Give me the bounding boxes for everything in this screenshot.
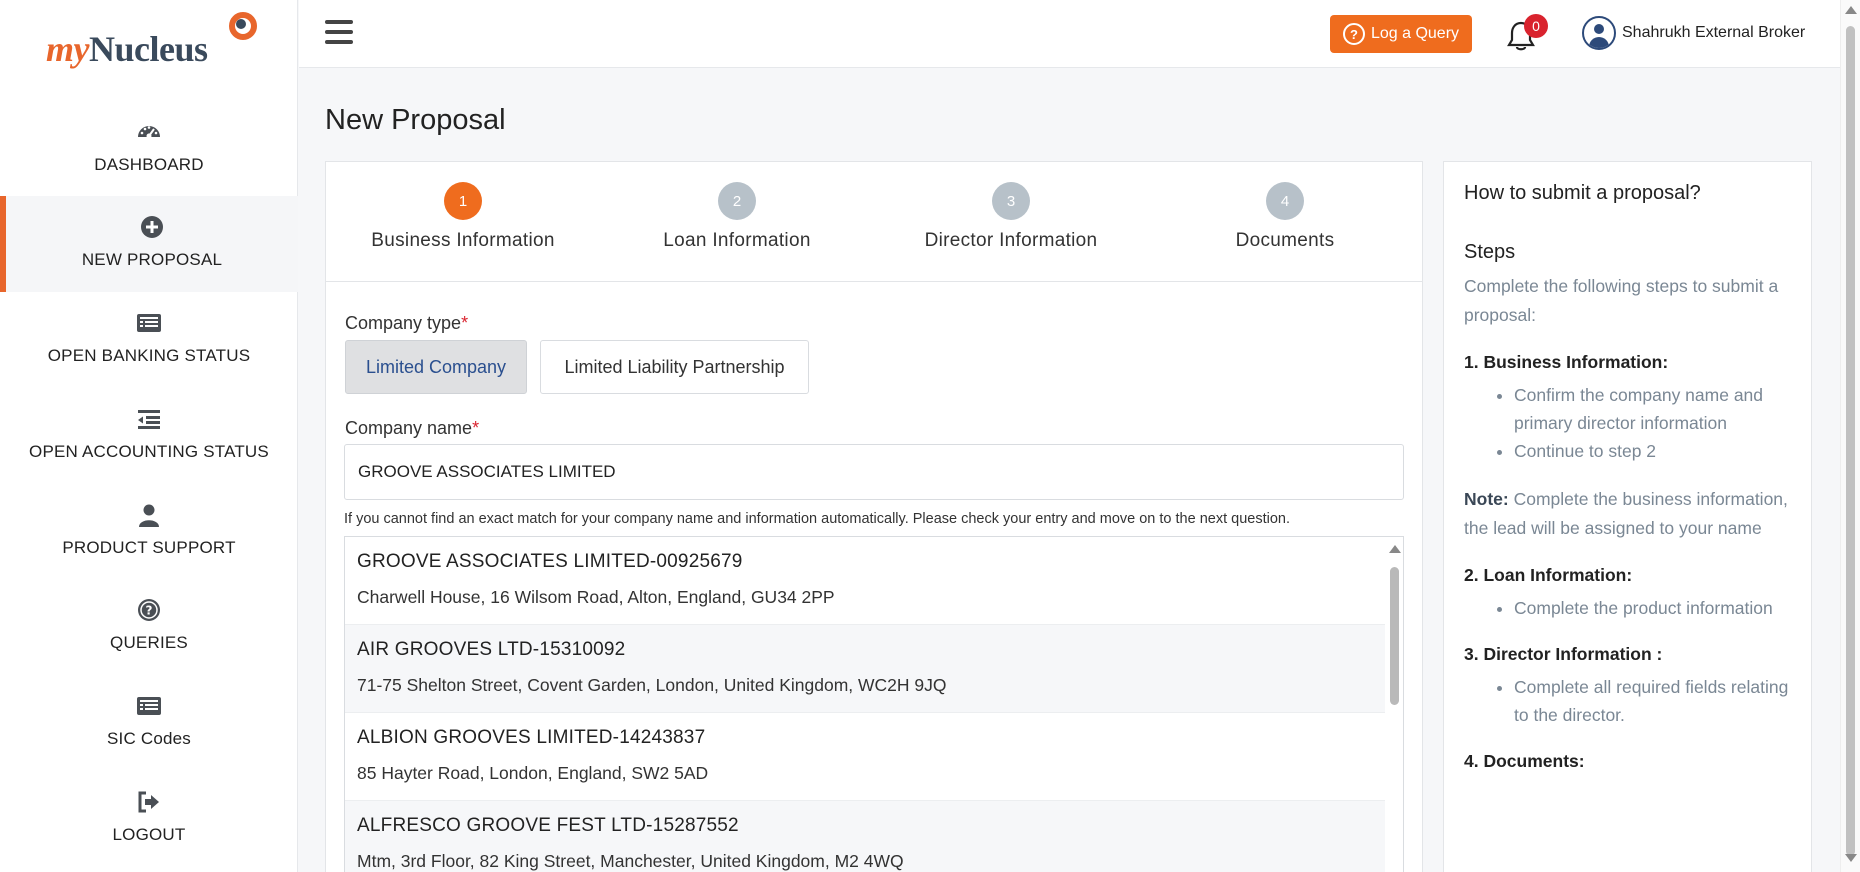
- step-director-information[interactable]: 3 Director Information: [874, 182, 1148, 252]
- help-steps-heading: Steps: [1464, 241, 1516, 263]
- sidebar-item-queries[interactable]: ? QUERIES: [0, 579, 298, 675]
- question-icon: ?: [1342, 23, 1365, 45]
- page-scrollbar[interactable]: [1840, 0, 1860, 872]
- scroll-up-icon[interactable]: [1845, 6, 1857, 14]
- question-circle-icon: ?: [138, 599, 160, 621]
- help-note: Note: Complete the business information,…: [1464, 489, 1788, 538]
- user-icon: [139, 504, 159, 527]
- help-list-business: Confirm the company name and primary dir…: [1464, 381, 1791, 465]
- indent-list-icon: [138, 410, 160, 429]
- sidebar-item-dashboard[interactable]: DASHBOARD: [0, 101, 298, 197]
- step-loan-information[interactable]: 2 Loan Information: [600, 182, 874, 252]
- sidebar-item-label: SIC Codes: [106, 729, 191, 748]
- help-section-loan: 2. Loan Information:: [1464, 565, 1633, 585]
- step-business-information[interactable]: 1 Business Information: [326, 182, 600, 252]
- logo-ring-icon: [229, 12, 257, 40]
- help-list-loan: Complete the product information: [1464, 594, 1791, 622]
- list-item[interactable]: ALBION GROOVES LIMITED-14243837 85 Hayte…: [345, 713, 1385, 801]
- list-card-icon: [137, 314, 161, 332]
- sidebar-item-label: LOGOUT: [112, 825, 186, 844]
- list-item[interactable]: GROOVE ASSOCIATES LIMITED-00925679 Charw…: [345, 537, 1385, 625]
- plus-circle-icon: [141, 216, 163, 238]
- sidebar-item-sic-codes[interactable]: SIC Codes: [0, 675, 298, 771]
- sidebar-item-label: NEW PROPOSAL: [81, 250, 223, 269]
- help-intro: Complete the following steps to submit a…: [1464, 276, 1779, 325]
- sidebar-item-new-proposal[interactable]: NEW PROPOSAL: [0, 196, 298, 292]
- scroll-down-icon[interactable]: [1845, 854, 1857, 862]
- help-list-director: Complete all required fields relating to…: [1464, 673, 1791, 729]
- help-section-business: 1. Business Information:: [1464, 352, 1669, 372]
- sidebar: myNucleus DASHBOARD NEW PROPOSAL OPEN BA…: [0, 0, 298, 872]
- help-section-documents: 4. Documents:: [1464, 751, 1585, 771]
- sidebar-item-label: OPEN BANKING STATUS: [47, 346, 251, 365]
- company-search-results: GROOVE ASSOCIATES LIMITED-00925679 Charw…: [344, 536, 1404, 872]
- scroll-up-icon[interactable]: [1389, 545, 1401, 553]
- hamburger-menu-icon[interactable]: [325, 20, 353, 46]
- step-documents[interactable]: 4 Documents: [1148, 182, 1422, 252]
- company-type-limited-company-button[interactable]: Limited Company: [345, 340, 527, 394]
- results-scrollbar[interactable]: [1385, 537, 1403, 872]
- avatar: [1582, 16, 1616, 50]
- mynucleus-logo[interactable]: myNucleus: [46, 10, 257, 70]
- company-type-llp-button[interactable]: Limited Liability Partnership: [540, 340, 809, 394]
- proposal-form-card: 1 Business Information 2 Loan Informatio…: [325, 161, 1423, 872]
- company-type-label: Company type*: [345, 313, 469, 333]
- stepper: 1 Business Information 2 Loan Informatio…: [326, 162, 1422, 282]
- company-name-input[interactable]: [344, 444, 1404, 500]
- help-title: How to submit a proposal?: [1464, 182, 1701, 204]
- log-a-query-button[interactable]: ? Log a Query: [1330, 15, 1472, 53]
- dashboard-icon: [138, 126, 160, 139]
- logout-icon: [138, 791, 159, 813]
- sidebar-item-product-support[interactable]: PRODUCT SUPPORT: [0, 484, 298, 580]
- help-panel: How to submit a proposal? Steps Complete…: [1443, 161, 1812, 872]
- company-name-hint: If you cannot find an exact match for yo…: [344, 511, 1290, 527]
- sidebar-item-open-accounting-status[interactable]: OPEN ACCOUNTING STATUS: [0, 388, 298, 484]
- list-item[interactable]: ALFRESCO GROOVE FEST LTD-15287552 Mtm, 3…: [345, 801, 1385, 872]
- scrollbar-thumb[interactable]: [1390, 567, 1399, 705]
- sidebar-item-label: QUERIES: [110, 633, 188, 652]
- page-title: New Proposal: [325, 104, 506, 136]
- sidebar-item-label: OPEN ACCOUNTING STATUS: [29, 442, 269, 461]
- sidebar-item-open-banking-status[interactable]: OPEN BANKING STATUS: [0, 292, 298, 388]
- help-section-director: 3. Director Information :: [1464, 644, 1663, 664]
- topbar: ? Log a Query 0 Shahrukh External Broker: [299, 0, 1840, 68]
- notification-badge: 0: [1524, 14, 1548, 38]
- list-item[interactable]: AIR GROOVES LTD-15310092 71-75 Shelton S…: [345, 625, 1385, 713]
- user-menu[interactable]: Shahrukh External Broker: [1582, 16, 1805, 50]
- sidebar-item-logout[interactable]: LOGOUT: [0, 771, 298, 867]
- company-name-label: Company name*: [345, 418, 480, 438]
- sidebar-item-label: DASHBOARD: [94, 155, 204, 174]
- svg-text:?: ?: [146, 604, 153, 618]
- list-card-icon: [137, 697, 161, 715]
- scrollbar-thumb[interactable]: [1846, 26, 1855, 856]
- user-name: Shahrukh External Broker: [1622, 24, 1806, 41]
- sidebar-item-label: PRODUCT SUPPORT: [62, 538, 236, 557]
